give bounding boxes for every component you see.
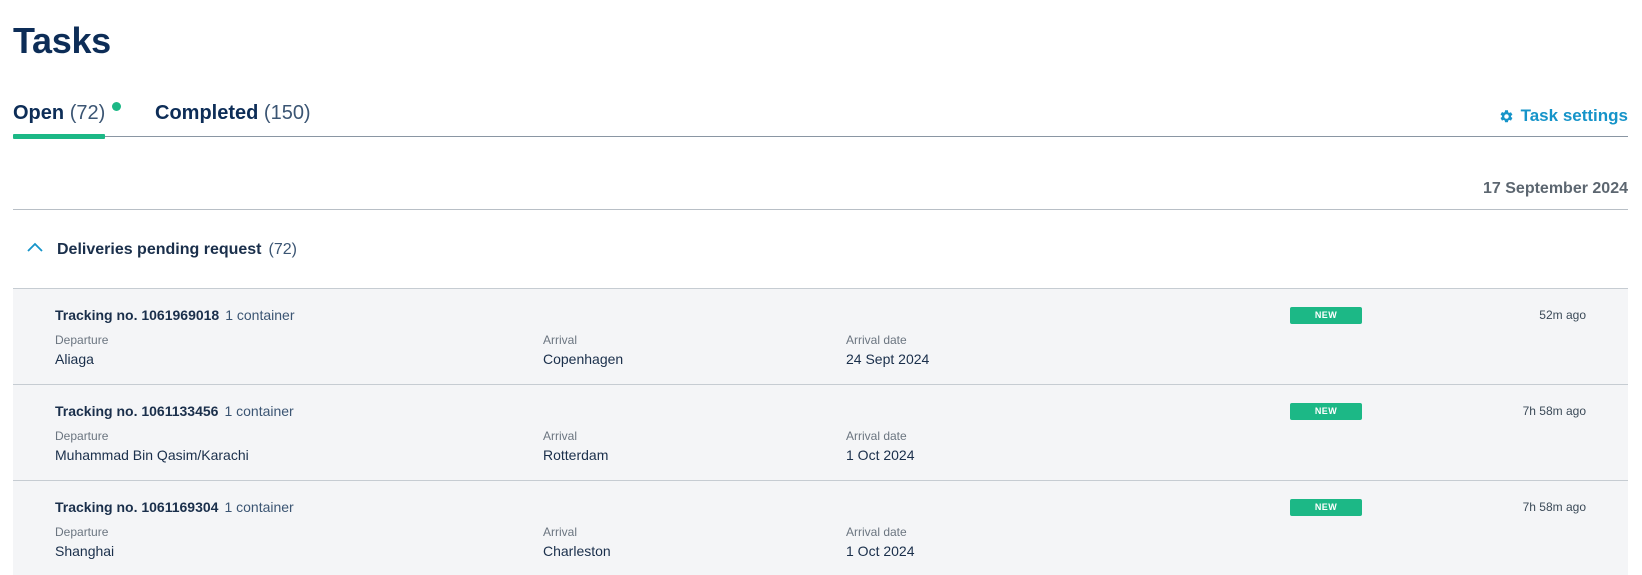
tab-completed[interactable]: Completed (150)	[155, 102, 311, 137]
tab-completed-count: (150)	[263, 102, 311, 124]
departure-value: Shanghai	[55, 543, 115, 559]
time-ago: 7h 58m ago	[1522, 500, 1586, 514]
tracking-number: Tracking no. 1061969018	[55, 307, 220, 323]
active-tab-underline	[13, 134, 106, 139]
container-count: 1 container	[224, 403, 294, 419]
tracking-line: Tracking no. 1061969018 1 container	[55, 307, 295, 323]
table-row[interactable]: Tracking no. 1061169304 1 container Depar…	[13, 481, 1628, 575]
arrival-label: Arrival	[543, 333, 578, 347]
page-title: Tasks	[13, 20, 111, 61]
task-settings-label: Task settings	[1520, 106, 1628, 125]
tracking-number: Tracking no. 1061169304	[55, 499, 219, 515]
group-count: (72)	[268, 241, 297, 258]
tabs-bar: Open (72) Completed (150) Task settings	[13, 92, 1628, 139]
departure-label: Departure	[55, 525, 109, 539]
group-header-deliveries[interactable]: Deliveries pending request (72)	[13, 230, 1628, 288]
tab-open-label: Open	[13, 102, 65, 124]
arrival-date-value: 24 Sept 2024	[846, 351, 930, 367]
tracking-line: Tracking no. 1061133456 1 container	[55, 403, 294, 419]
departure-label: Departure	[55, 429, 109, 443]
status-badge: NEW	[1290, 307, 1362, 324]
table-row[interactable]: Tracking no. 1061969018 1 container Depar…	[13, 289, 1628, 385]
time-ago: 52m ago	[1539, 308, 1586, 322]
arrival-date-value: 1 Oct 2024	[846, 447, 915, 463]
arrival-date-value: 1 Oct 2024	[846, 543, 915, 559]
departure-value: Aliaga	[55, 351, 94, 367]
arrival-label: Arrival	[543, 525, 578, 539]
gear-icon	[1500, 109, 1512, 122]
status-badge: NEW	[1290, 499, 1362, 516]
tab-completed-label: Completed	[155, 102, 259, 124]
task-settings-button[interactable]: Task settings	[1499, 106, 1628, 126]
date-divider	[13, 209, 1628, 210]
tasks-page: Tasks Open (72) Completed (150) Task set…	[0, 0, 1642, 575]
tab-open-count: (72)	[69, 102, 106, 124]
date-header: 17 September 2024	[1483, 180, 1628, 197]
tracking-number: Tracking no. 1061133456	[55, 403, 219, 419]
new-indicator-dot	[112, 102, 122, 111]
arrival-date-label: Arrival date	[846, 429, 907, 443]
departure-label: Departure	[55, 333, 109, 347]
chevron-up-icon[interactable]	[27, 242, 43, 258]
status-badge: NEW	[1290, 403, 1362, 420]
group-title: Deliveries pending request	[57, 241, 262, 258]
arrival-value: Charleston	[543, 543, 611, 559]
table-row[interactable]: Tracking no. 1061133456 1 container Depar…	[13, 385, 1628, 481]
arrival-label: Arrival	[543, 429, 578, 443]
time-ago: 7h 58m ago	[1522, 404, 1586, 418]
tracking-line: Tracking no. 1061169304 1 container	[55, 499, 294, 515]
arrival-date-label: Arrival date	[846, 525, 907, 539]
departure-value: Muhammad Bin Qasim/Karachi	[55, 447, 249, 463]
container-count: 1 container	[225, 307, 295, 323]
arrival-date-label: Arrival date	[846, 333, 907, 347]
arrival-value: Rotterdam	[543, 447, 609, 463]
container-count: 1 container	[224, 499, 294, 515]
tab-open[interactable]: Open (72)	[13, 102, 122, 139]
arrival-value: Copenhagen	[543, 351, 624, 367]
task-list: Tracking no. 1061969018 1 container Depar…	[13, 288, 1628, 575]
